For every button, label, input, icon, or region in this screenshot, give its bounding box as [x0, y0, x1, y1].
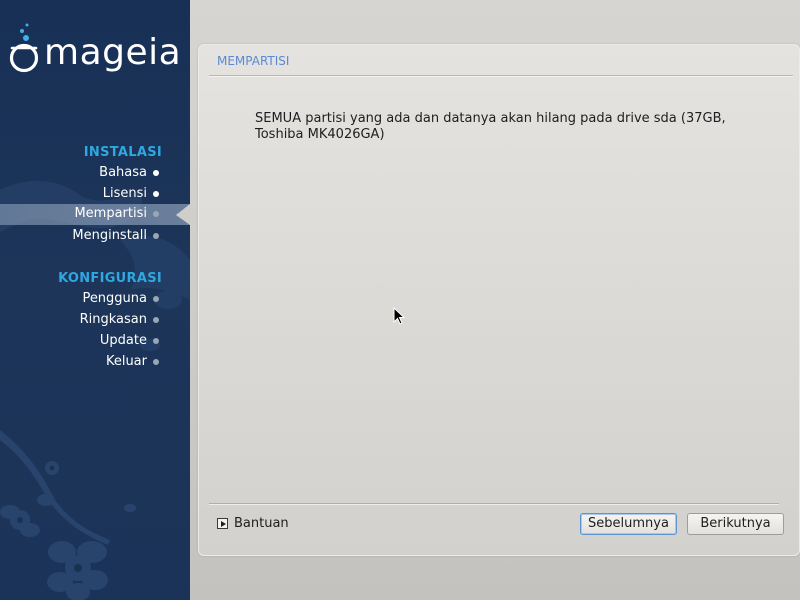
sidebar-item-bahasa: Bahasa [0, 163, 190, 184]
button-bar-divider [209, 503, 779, 504]
step-pending-dot-icon [153, 317, 159, 323]
sidebar-item-label: Ringkasan [79, 312, 147, 327]
installer-screen: mageia INSTALASI Bahasa Lisensi Memparti… [0, 0, 800, 600]
sidebar-item-update: Update [0, 331, 190, 352]
mouse-pointer-icon [393, 307, 405, 325]
sidebar-item-mempartisi: Mempartisi [0, 204, 190, 225]
step-pending-dot-icon [153, 338, 159, 344]
sidebar-item-label: Menginstall [72, 228, 147, 243]
disclosure-triangle-right-icon[interactable] [217, 518, 228, 529]
sidebar-item-label: Keluar [105, 354, 147, 369]
step-done-dot-icon [153, 170, 159, 176]
section-heading-konfigurasi: KONFIGURASI [58, 271, 162, 286]
page-title: MEMPARTISI [217, 54, 290, 68]
previous-button[interactable]: Sebelumnya [580, 513, 677, 535]
current-step-arrow-icon [176, 204, 190, 225]
title-divider [209, 75, 793, 76]
sidebar-item-lisensi: Lisensi [0, 184, 190, 205]
next-button[interactable]: Berikutnya [687, 513, 784, 535]
sidebar-item-label: Update [99, 333, 147, 348]
sidebar-item-label: Lisensi [102, 186, 147, 201]
step-pending-dot-icon [153, 359, 159, 365]
sidebar-item-label: Pengguna [82, 291, 147, 306]
triangle-right-icon [221, 520, 226, 527]
step-current-dot-icon [153, 211, 159, 217]
logo-wordmark: mageia [44, 32, 182, 73]
step-done-dot-icon [153, 191, 159, 197]
sidebar-item-pengguna: Pengguna [0, 289, 190, 310]
sidebar-item-ringkasan: Ringkasan [0, 310, 190, 331]
sidebar-item-label: Bahasa [99, 165, 147, 180]
partition-warning-message: SEMUA partisi yang ada dan datanya akan … [255, 111, 726, 142]
sidebar-item-keluar: Keluar [0, 352, 190, 373]
step-pending-dot-icon [153, 233, 159, 239]
help-label[interactable]: Bantuan [234, 516, 289, 531]
sidebar: mageia INSTALASI Bahasa Lisensi Memparti… [0, 0, 190, 600]
step-pending-dot-icon [153, 296, 159, 302]
section-heading-instalasi: INSTALASI [83, 145, 162, 160]
sidebar-item-label: Mempartisi [74, 206, 147, 221]
sidebar-item-menginstall: Menginstall [0, 226, 190, 247]
partitioning-panel: MEMPARTISI SEMUA partisi yang ada dan da… [198, 44, 800, 556]
